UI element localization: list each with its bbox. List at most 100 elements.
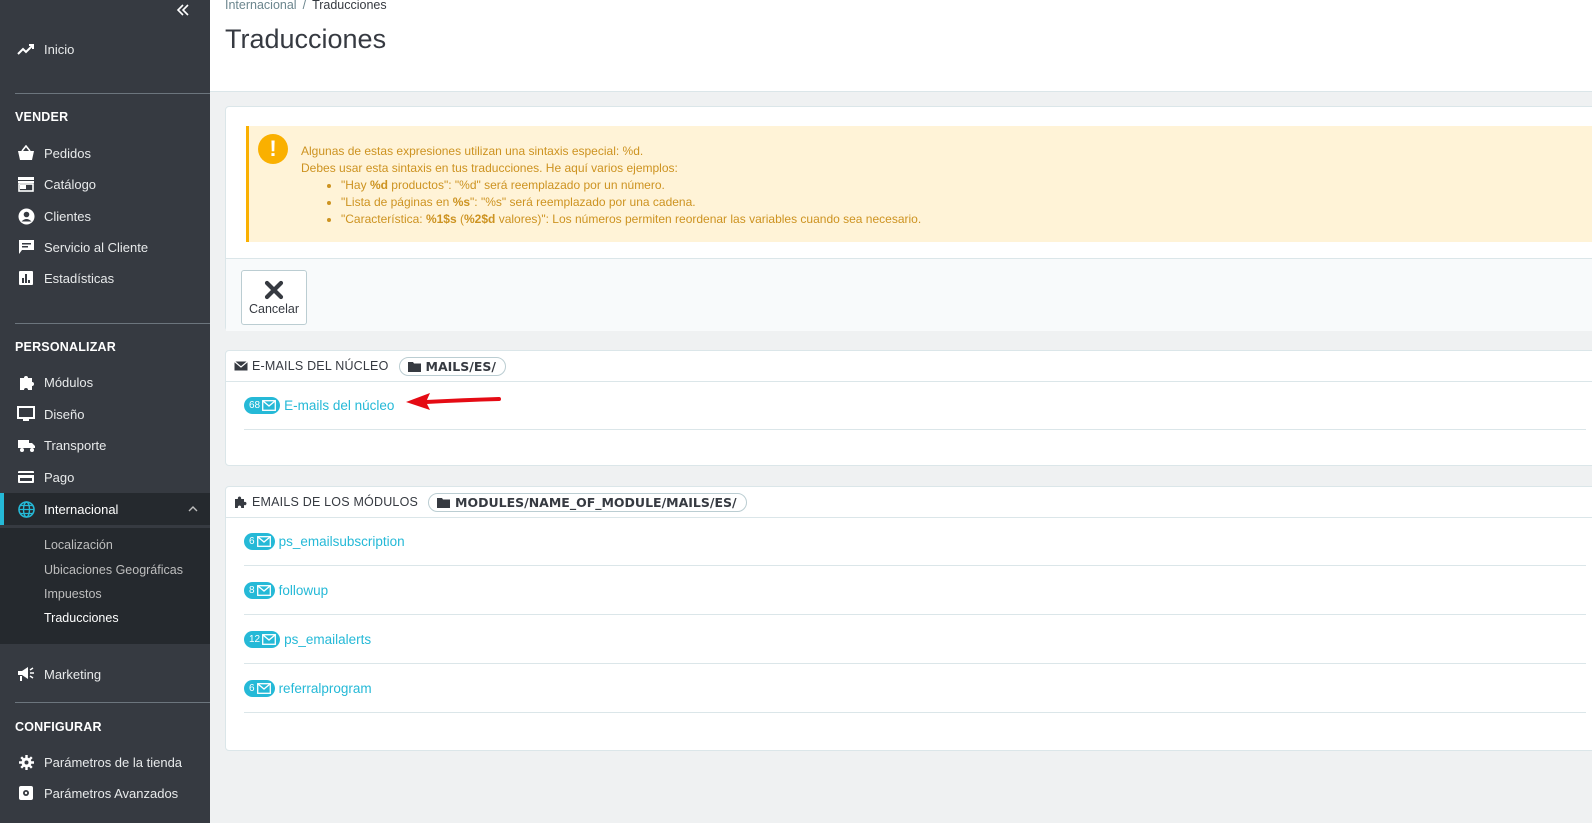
envelope-icon [262,399,277,411]
truck-icon [16,435,36,455]
globe-icon [16,499,36,519]
card-header: EMAILS DE LOS MÓDULOS MODULES/NAME_OF_MO… [226,487,1592,518]
credit-card-icon [16,467,36,487]
envelope-icon [262,633,277,645]
count-value: 6 [249,682,255,694]
sidebar-item-stats[interactable]: Estadísticas [0,262,210,294]
alert-line: Debes usar esta sintaxis en tus traducci… [301,161,678,175]
envelope-icon [256,584,271,596]
sidebar-item-customers[interactable]: Clientes [0,200,210,232]
store-icon [16,174,36,194]
exclamation-icon: ! [258,134,288,164]
annotation-arrow [406,393,501,410]
section-title-customize: PERSONALIZAR [15,340,117,354]
list-item[interactable]: 12 ps_emailalerts [244,615,1586,664]
path-badge: MAILS/ES/ [398,356,506,376]
count-value: 68 [249,399,261,411]
account-circle-icon [16,206,36,226]
sidebar-item-catalog[interactable]: Catálogo [0,168,210,200]
sidebar-divider [15,93,210,94]
folder-icon [407,361,421,372]
sidebar-item-design[interactable]: Diseño [0,398,210,430]
sidebar-item-orders[interactable]: Pedidos [0,137,210,169]
sidebar-item-home[interactable]: Inicio [0,33,210,65]
sidebar-item-modules[interactable]: Módulos [0,366,210,398]
sidebar-item-label: Diseño [44,406,85,422]
envelope-icon [234,361,248,371]
alert-line: Algunas de estas expresiones utilizan un… [301,144,644,158]
submenu-item-localization[interactable]: Localización [44,538,113,552]
email-link[interactable]: ps_emailsubscription [279,534,405,549]
puzzle-icon [235,496,247,508]
module-emails-card: EMAILS DE LOS MÓDULOS MODULES/NAME_OF_MO… [225,486,1592,751]
sidebar-item-customer-service[interactable]: Servicio al Cliente [0,231,210,263]
settings-box-icon [16,783,36,803]
sidebar-item-label: Catálogo [44,176,97,192]
bar-chart-icon [16,268,36,288]
path-text: MODULES/NAME_OF_MODULE/MAILS/ES/ [455,494,737,510]
count-badge: 6 [244,679,275,697]
path-badge: MODULES/NAME_OF_MODULE/MAILS/ES/ [428,492,747,512]
sidebar-item-label: Inicio [44,41,75,57]
count-badge: 8 [244,581,275,599]
cancel-button[interactable]: Cancelar [241,270,307,325]
envelope-icon [256,535,271,547]
breadcrumb-current: Traducciones [312,0,387,12]
breadcrumb: Internacional / Traducciones [225,0,387,12]
sidebar-divider [15,323,210,324]
list-item[interactable]: 8 followup [244,566,1586,615]
alert-text: Algunas de estas expresiones utilizan un… [301,143,921,228]
sidebar-item-label: Parámetros Avanzados [44,785,179,801]
count-badge: 6 [244,532,275,550]
envelope-icon [256,682,271,694]
sidebar: Inicio VENDER Pedidos Catálogo Clientes … [0,0,210,823]
international-submenu: Localización Ubicaciones Geográficas Imp… [0,528,210,644]
sidebar-item-label: Pago [44,469,75,485]
alert-example: "Hay %d productos": "%d" será reemplazad… [341,177,921,194]
count-value: 6 [249,535,255,547]
card-header: E-MAILS DEL NÚCLEO MAILS/ES/ [226,351,1592,382]
sidebar-item-label: Módulos [44,374,94,390]
basket-icon [16,143,36,163]
breadcrumb-separator: / [302,0,307,12]
warning-alert: ! Algunas de estas expresiones utilizan … [246,126,1592,242]
alert-example: "Característica: %1$s (%2$d valores)": L… [341,211,921,228]
sidebar-item-payment[interactable]: Pago [0,461,210,493]
submenu-item-taxes[interactable]: Impuestos [44,587,102,601]
cancel-button-label: Cancelar [248,302,300,316]
sidebar-divider [15,702,210,703]
puzzle-icon [16,372,36,392]
count-badge: 12 [244,630,281,648]
sidebar-item-label: Parámetros de la tienda [44,754,183,770]
email-link[interactable]: referralprogram [279,681,372,696]
sidebar-item-advanced-params[interactable]: Parámetros Avanzados [0,777,210,809]
folder-icon [437,497,451,508]
count-value: 12 [249,633,261,645]
sidebar-item-international[interactable]: Internacional [0,493,210,525]
list-item[interactable]: 6 referralprogram [244,664,1586,713]
sidebar-item-label: Estadísticas [44,270,115,286]
submenu-item-translations[interactable]: Traducciones [44,611,119,625]
count-value: 8 [249,584,255,596]
sidebar-item-shop-params[interactable]: Parámetros de la tienda [0,746,210,778]
translations-panel: ! Algunas de estas expresiones utilizan … [225,106,1592,331]
count-badge: 68 [244,396,281,414]
sidebar-item-shipping[interactable]: Transporte [0,429,210,461]
close-icon [264,280,284,300]
alert-example: "Lista de páginas en %s": "%s" será reem… [341,194,921,211]
path-text: MAILS/ES/ [425,358,496,374]
panel-toolbar: Cancelar [226,258,1592,331]
trending-up-icon [16,39,36,59]
collapse-sidebar-icon[interactable] [174,3,192,21]
submenu-item-locations[interactable]: Ubicaciones Geográficas [44,563,183,577]
email-link[interactable]: followup [279,583,329,598]
card-title: EMAILS DE LOS MÓDULOS [252,495,419,509]
list-item[interactable]: 6 ps_emailsubscription [244,517,1586,566]
page-title: Traducciones [225,24,387,54]
gear-icon [16,752,36,772]
email-link[interactable]: E-mails del núcleo [284,398,394,413]
sidebar-item-label: Transporte [44,437,107,453]
sidebar-item-marketing[interactable]: Marketing [0,658,210,690]
email-link[interactable]: ps_emailalerts [284,632,371,647]
breadcrumb-link[interactable]: Internacional [225,0,297,12]
